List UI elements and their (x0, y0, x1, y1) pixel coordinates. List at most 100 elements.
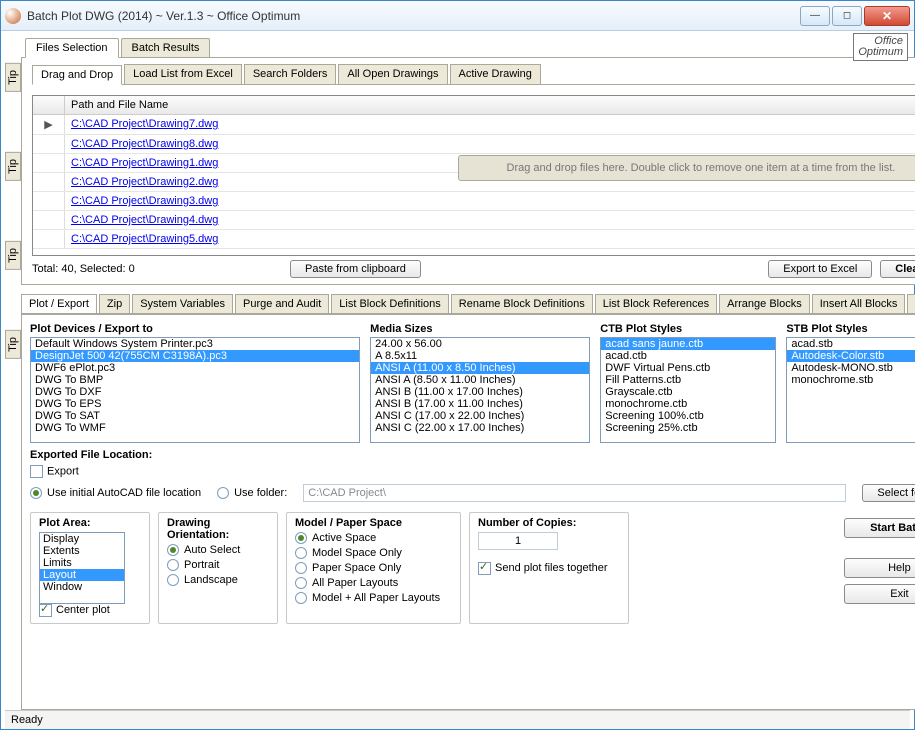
file-row[interactable]: C:\CAD Project\Drawing5.dwg (33, 230, 915, 249)
action-tab[interactable]: Plot / Export (21, 294, 97, 314)
clear-list-button[interactable]: Clear List (880, 260, 915, 278)
list-item[interactable]: ANSI C (17.00 x 22.00 Inches) (371, 410, 589, 422)
list-item[interactable]: Limits (40, 557, 124, 569)
file-row[interactable]: C:\CAD Project\Drawing3.dwg (33, 192, 915, 211)
list-item[interactable]: DesignJet 500 42(755CM C3198A).pc3 (31, 350, 359, 362)
send-together-checkbox[interactable]: Send plot files together (478, 562, 608, 574)
list-item[interactable]: monochrome.stb (787, 374, 915, 386)
tab-all-open-drawings[interactable]: All Open Drawings (338, 64, 447, 84)
action-tab[interactable]: Lis (907, 294, 915, 313)
space-active-radio[interactable]: Active Space (295, 532, 452, 544)
tip-button-1[interactable]: Tip (5, 63, 21, 92)
media-sizes-list[interactable]: 24.00 x 56.00A 8.5x11ANSI A (11.00 x 8.5… (370, 337, 590, 443)
space-paper-only-radio[interactable]: Paper Space Only (295, 562, 452, 574)
list-item[interactable]: ANSI B (17.00 x 11.00 Inches) (371, 398, 589, 410)
list-item[interactable]: DWG To BMP (31, 374, 359, 386)
maximize-button[interactable]: ◻ (832, 6, 862, 26)
list-item[interactable]: DWF Virtual Pens.ctb (601, 362, 775, 374)
file-row[interactable]: ▶C:\CAD Project\Drawing7.dwg (33, 115, 915, 135)
paste-from-clipboard-button[interactable]: Paste from clipboard (290, 260, 421, 278)
list-item[interactable]: Extents (40, 545, 124, 557)
list-item[interactable]: DWG To SAT (31, 410, 359, 422)
file-grid[interactable]: Path and File Name Drag and drop files h… (32, 95, 915, 256)
list-item[interactable]: 24.00 x 56.00 (371, 338, 589, 350)
tab-search-folders[interactable]: Search Folders (244, 64, 337, 84)
tip-button-2[interactable]: Tip (5, 152, 21, 181)
tab-batch-results[interactable]: Batch Results (121, 38, 211, 57)
file-path-cell[interactable]: C:\CAD Project\Drawing7.dwg (65, 115, 915, 134)
list-item[interactable]: Layout (40, 569, 124, 581)
list-item[interactable]: A 8.5x11 (371, 350, 589, 362)
file-path-link[interactable]: C:\CAD Project\Drawing5.dwg (71, 233, 218, 245)
tab-active-drawing[interactable]: Active Drawing (450, 64, 541, 84)
action-tab[interactable]: Insert All Blocks (812, 294, 906, 313)
file-path-cell[interactable]: C:\CAD Project\Drawing3.dwg (65, 192, 915, 210)
action-tab[interactable]: System Variables (132, 294, 233, 313)
tip-button-4[interactable]: Tip (5, 330, 21, 359)
list-item[interactable]: DWG To WMF (31, 422, 359, 434)
action-tab[interactable]: List Block Definitions (331, 294, 449, 313)
file-path-link[interactable]: C:\CAD Project\Drawing3.dwg (71, 195, 218, 207)
space-model-all-radio[interactable]: Model + All Paper Layouts (295, 592, 452, 604)
list-item[interactable]: ANSI C (22.00 x 17.00 Inches) (371, 422, 589, 434)
list-item[interactable]: monochrome.ctb (601, 398, 775, 410)
list-item[interactable]: Screening 100%.ctb (601, 410, 775, 422)
space-all-paper-radio[interactable]: All Paper Layouts (295, 577, 452, 589)
file-path-cell[interactable]: C:\CAD Project\Drawing4.dwg (65, 211, 915, 229)
list-item[interactable]: Window (40, 581, 124, 593)
list-item[interactable]: acad sans jaune.ctb (601, 338, 775, 350)
close-button[interactable]: ✕ (864, 6, 910, 26)
file-path-link[interactable]: C:\CAD Project\Drawing1.dwg (71, 157, 218, 169)
tip-button-3[interactable]: Tip (5, 241, 21, 270)
export-checkbox[interactable]: Export (30, 465, 79, 478)
file-path-link[interactable]: C:\CAD Project\Drawing8.dwg (71, 138, 218, 150)
copies-input[interactable] (478, 532, 558, 550)
exit-button[interactable]: Exit (844, 584, 915, 604)
file-path-link[interactable]: C:\CAD Project\Drawing4.dwg (71, 214, 218, 226)
list-item[interactable]: Screening 25%.ctb (601, 422, 775, 434)
space-model-only-radio[interactable]: Model Space Only (295, 547, 452, 559)
center-plot-checkbox[interactable]: Center plot (39, 604, 110, 616)
minimize-button[interactable]: — (800, 6, 830, 26)
list-item[interactable]: acad.ctb (601, 350, 775, 362)
grid-filename-header[interactable]: Path and File Name (65, 96, 915, 114)
action-tab[interactable]: List Block References (595, 294, 717, 313)
list-item[interactable]: ANSI B (11.00 x 17.00 Inches) (371, 386, 589, 398)
help-button[interactable]: Help (844, 558, 915, 578)
list-item[interactable]: Autodesk-Color.stb (787, 350, 915, 362)
stb-styles-list[interactable]: acad.stbAutodesk-Color.stbAutodesk-MONO.… (786, 337, 915, 443)
file-row[interactable]: C:\CAD Project\Drawing4.dwg (33, 211, 915, 230)
file-path-link[interactable]: C:\CAD Project\Drawing7.dwg (71, 118, 218, 130)
list-item[interactable]: DWG To EPS (31, 398, 359, 410)
list-item[interactable]: Fill Patterns.ctb (601, 374, 775, 386)
file-path-cell[interactable]: C:\CAD Project\Drawing5.dwg (65, 230, 915, 248)
file-path-link[interactable]: C:\CAD Project\Drawing2.dwg (71, 176, 218, 188)
tab-files-selection[interactable]: Files Selection (25, 38, 119, 58)
list-item[interactable]: acad.stb (787, 338, 915, 350)
list-item[interactable]: ANSI A (8.50 x 11.00 Inches) (371, 374, 589, 386)
list-item[interactable]: Grayscale.ctb (601, 386, 775, 398)
list-item[interactable]: Display (40, 533, 124, 545)
orientation-landscape-radio[interactable]: Landscape (167, 574, 269, 586)
orientation-auto-radio[interactable]: Auto Select (167, 544, 269, 556)
file-path-cell[interactable]: C:\CAD Project\Drawing8.dwg (65, 135, 915, 153)
tab-load-list-excel[interactable]: Load List from Excel (124, 64, 242, 84)
action-tab[interactable]: Purge and Audit (235, 294, 329, 313)
start-batch-button[interactable]: Start Batch (844, 518, 915, 538)
list-item[interactable]: ANSI A (11.00 x 8.50 Inches) (371, 362, 589, 374)
plot-devices-list[interactable]: Default Windows System Printer.pc3Design… (30, 337, 360, 443)
plot-area-list[interactable]: DisplayExtentsLimitsLayoutWindow (39, 532, 125, 604)
list-item[interactable]: DWF6 ePlot.pc3 (31, 362, 359, 374)
list-item[interactable]: Default Windows System Printer.pc3 (31, 338, 359, 350)
select-folder-button[interactable]: Select folder (862, 484, 915, 502)
export-to-excel-button[interactable]: Export to Excel (768, 260, 872, 278)
action-tab[interactable]: Rename Block Definitions (451, 294, 593, 313)
use-folder-radio[interactable]: Use folder: (217, 487, 287, 499)
action-tab[interactable]: Arrange Blocks (719, 294, 810, 313)
list-item[interactable]: DWG To DXF (31, 386, 359, 398)
orientation-portrait-radio[interactable]: Portrait (167, 559, 269, 571)
list-item[interactable]: Autodesk-MONO.stb (787, 362, 915, 374)
action-tab[interactable]: Zip (99, 294, 130, 313)
file-row[interactable]: C:\CAD Project\Drawing8.dwg (33, 135, 915, 154)
ctb-styles-list[interactable]: acad sans jaune.ctbacad.ctbDWF Virtual P… (600, 337, 776, 443)
